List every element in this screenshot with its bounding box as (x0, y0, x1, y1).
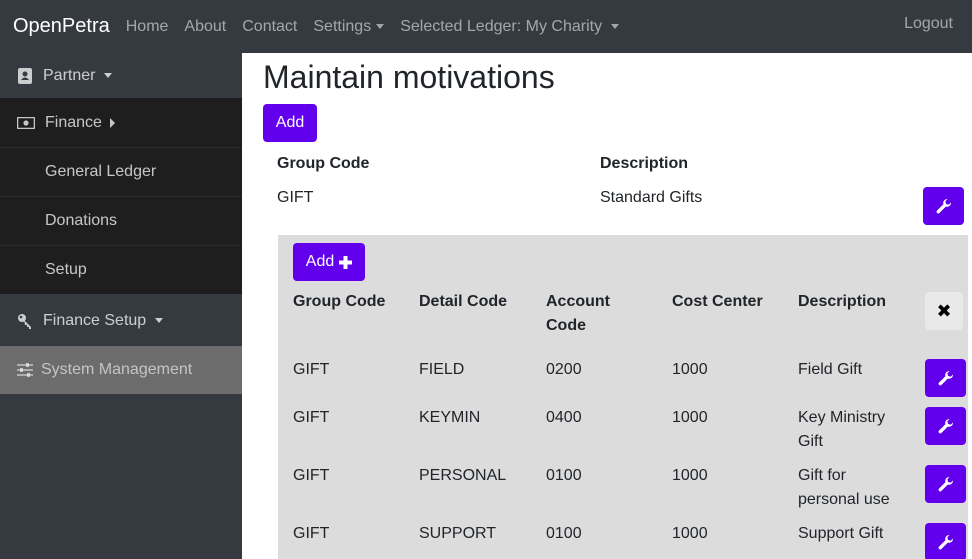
detail-header-detail-code: Detail Code (419, 293, 508, 310)
header-group-code: Group Code (277, 155, 370, 172)
nav-ledger-dropdown[interactable]: Selected Ledger: My Charity (400, 18, 620, 36)
sidebar-item-label: Partner (43, 66, 96, 84)
caret-down-icon (155, 318, 164, 323)
caret-down-icon (376, 24, 385, 29)
address-book-icon (17, 67, 33, 84)
nav-contact[interactable]: Contact (242, 18, 297, 36)
detail-header-account-code: Account Code (546, 293, 610, 334)
nav-home[interactable]: Home (126, 18, 169, 36)
sidebar: Partner Finance General Ledger Donations… (0, 53, 242, 559)
sidebar-item-label: Finance Setup (43, 311, 147, 329)
table-cell-description: Key Ministry Gift (798, 409, 886, 450)
sidebar-item-finance-setup[interactable]: Finance Setup (0, 296, 242, 345)
sidebar-item-system-management[interactable]: System Management (0, 346, 242, 394)
detail-header-group-code: Group Code (293, 293, 386, 310)
table-cell-account: 0100 (546, 525, 582, 542)
logout-link[interactable]: Logout (904, 15, 953, 33)
close-icon[interactable]: ✖ (925, 292, 963, 330)
page-title: Maintain motivations (263, 59, 555, 95)
table-cell-detail: SUPPORT (419, 525, 497, 542)
group-code-cell: GIFT (277, 189, 314, 206)
money-bill-icon (17, 115, 35, 131)
edit-detail-button[interactable] (925, 523, 966, 559)
caret-down-icon (611, 24, 620, 29)
table-cell-group: GIFT (293, 525, 330, 542)
sidebar-item-general-ledger[interactable]: General Ledger (0, 147, 242, 196)
wrench-icon (938, 534, 953, 550)
table-cell-group: GIFT (293, 361, 330, 378)
sidebar-item-label: Finance (45, 113, 102, 131)
table-cell-description: Field Gift (798, 361, 863, 378)
top-navbar: OpenPetra Home About Contact Settings Se… (0, 0, 972, 53)
sidebar-item-donations[interactable]: Donations (0, 196, 242, 245)
wrench-icon (938, 476, 953, 492)
edit-detail-button[interactable] (925, 465, 966, 503)
caret-right-icon (109, 117, 115, 128)
table-cell-detail: FIELD (419, 361, 465, 378)
table-cell-description: Gift for personal use (798, 467, 890, 508)
table-cell-detail: PERSONAL (419, 467, 507, 484)
nav-about[interactable]: About (184, 18, 226, 36)
sidebar-item-partner[interactable]: Partner (0, 53, 242, 98)
table-cell-cost-center: 1000 (672, 525, 708, 542)
table-cell-account: 0200 (546, 361, 582, 378)
detail-header-description: Description (798, 293, 887, 310)
table-cell-account: 0100 (546, 467, 582, 484)
detail-header-cost-center: Cost Center (672, 293, 763, 310)
sidebar-item-label: System Management (41, 361, 193, 378)
key-icon (17, 313, 33, 329)
edit-detail-button[interactable] (925, 359, 966, 397)
plus-icon (339, 255, 353, 269)
table-cell-group: GIFT (293, 467, 330, 484)
main-content: Maintain motivations Add Group Code Desc… (242, 53, 972, 559)
table-cell-group: GIFT (293, 409, 330, 426)
table-cell-cost-center: 1000 (672, 361, 708, 378)
edit-group-button[interactable] (923, 187, 964, 225)
sidebar-item-setup[interactable]: Setup (0, 245, 242, 294)
table-cell-detail: KEYMIN (419, 409, 481, 426)
table-cell-cost-center: 1000 (672, 467, 708, 484)
header-description: Description (600, 155, 689, 172)
edit-detail-button[interactable] (925, 407, 966, 445)
add-button[interactable]: Add (263, 104, 317, 142)
wrench-icon (936, 198, 951, 214)
sliders-icon (17, 362, 33, 378)
sidebar-item-finance[interactable]: Finance (0, 98, 242, 147)
table-cell-cost-center: 1000 (672, 409, 708, 426)
wrench-icon (938, 370, 953, 386)
group-description-cell: Standard Gifts (600, 189, 703, 206)
brand-logo[interactable]: OpenPetra (13, 15, 110, 38)
table-cell-description: Support Gift (798, 525, 884, 542)
motivation-details-panel: Add Group Code Detail Code Account Code … (278, 235, 968, 559)
nav-settings-dropdown[interactable]: Settings (313, 18, 385, 36)
table-cell-account: 0400 (546, 409, 582, 426)
wrench-icon (938, 418, 953, 434)
caret-down-icon (104, 73, 113, 78)
add-detail-button[interactable]: Add (293, 243, 365, 281)
